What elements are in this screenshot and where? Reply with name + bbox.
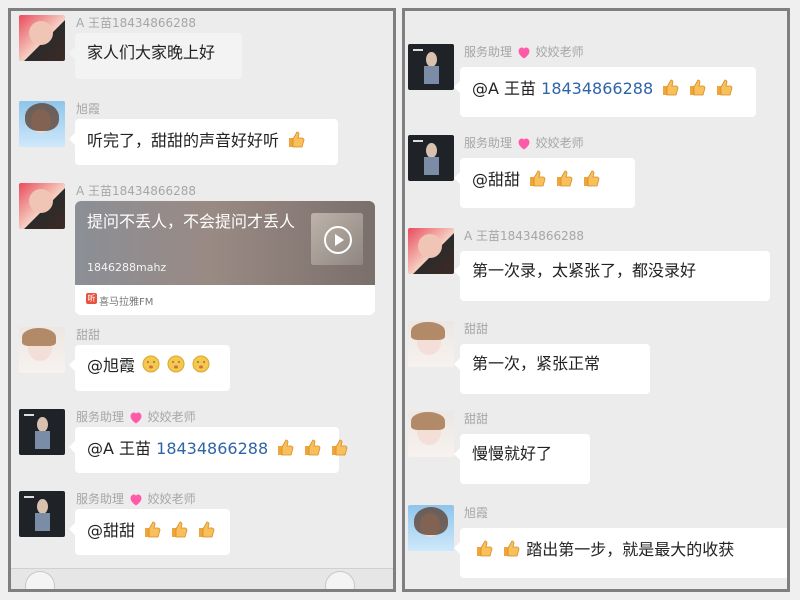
kiss-emoji-icon: [167, 355, 185, 378]
input-area-partial: [11, 568, 393, 589]
message-bubble[interactable]: @旭霞: [69, 345, 230, 391]
thumbs-up-icon: [286, 129, 306, 154]
thumbs-up-icon: [660, 77, 680, 102]
thumbs-up-icon: [275, 437, 295, 462]
message-text: 第一次录，太紧张了，都没录好: [472, 261, 697, 280]
thumbs-up-icon: [687, 77, 707, 102]
thumbs-up-icon: [302, 437, 322, 462]
mention-text: @A 王苗: [472, 79, 537, 98]
voice-button[interactable]: [25, 571, 55, 589]
kiss-emoji-icon: [142, 355, 160, 378]
message-text: @甜甜: [87, 521, 136, 540]
avatar[interactable]: [19, 183, 65, 229]
sender-name: 服务助理 姣姣老师: [76, 410, 196, 424]
avatar-face-icon: [418, 234, 442, 258]
thumbs-up-icon: [527, 168, 547, 193]
message-text: @旭霞: [87, 356, 136, 375]
thumbs-up-icon: [581, 168, 601, 193]
thumbs-up-icon: [142, 519, 162, 544]
sender-name: 甜甜: [76, 328, 101, 342]
avatar[interactable]: [408, 44, 454, 90]
message-bubble[interactable]: @甜甜: [454, 158, 635, 208]
sender-name: 服务助理 姣姣老师: [464, 136, 584, 150]
sender-name: 服务助理 姣姣老师: [76, 492, 196, 506]
play-icon[interactable]: [324, 226, 352, 254]
message-text: 第一次，紧张正常: [472, 354, 601, 373]
avatar[interactable]: [408, 411, 454, 457]
right-chat-panel: 服务助理 姣姣老师 @A 王苗 18434866288 服务助理 姣姣老师 @甜…: [402, 8, 790, 592]
message-bubble[interactable]: 听完了，甜甜的声音好好听: [69, 119, 338, 165]
phone-number[interactable]: 18434866288: [541, 79, 653, 98]
ximalaya-logo-icon: 听: [86, 293, 97, 304]
avatar-face-icon: [426, 52, 437, 67]
avatar[interactable]: [19, 101, 65, 147]
sender-name: 甜甜: [464, 412, 489, 426]
heart-icon: [518, 47, 530, 58]
heart-icon: [130, 412, 142, 423]
share-thumbnail[interactable]: [311, 213, 363, 265]
avatar[interactable]: [19, 409, 65, 455]
avatar-face-icon: [37, 417, 48, 432]
message-bubble[interactable]: 家人们大家晚上好: [69, 33, 242, 79]
thumbs-up-icon: [196, 519, 216, 544]
thumbs-up-icon: [554, 168, 574, 193]
share-subtitle: 1846288mahz: [87, 261, 167, 274]
thumbs-up-icon: [169, 519, 189, 544]
sender-name: 旭霞: [76, 102, 101, 116]
kiss-emoji-icon: [192, 355, 210, 378]
thumbs-up-icon: [714, 77, 734, 102]
message-bubble[interactable]: @A 王苗 18434866288: [454, 67, 756, 117]
sender-name: 甜甜: [464, 322, 489, 336]
avatar[interactable]: [408, 321, 454, 367]
shared-audio-card[interactable]: 提问不丢人，不会提问才丢人 1846288mahz 听 喜马拉雅FM: [75, 201, 375, 315]
message-bubble[interactable]: 第一次录，太紧张了，都没录好: [454, 251, 770, 301]
avatar-face-icon: [29, 189, 53, 213]
avatar[interactable]: [19, 491, 65, 537]
message-text: 家人们大家晚上好: [87, 43, 216, 62]
message-bubble[interactable]: @A 王苗 18434866288: [69, 427, 348, 473]
avatar[interactable]: [19, 15, 65, 61]
message-text: 踏出第一步，就是最大的收获: [526, 540, 735, 559]
emoji-button[interactable]: [325, 571, 355, 589]
thumbs-up-icon: [501, 538, 521, 563]
heart-icon: [518, 138, 530, 149]
thumbs-up-icon: [474, 538, 494, 563]
mention-text: @A 王苗: [87, 439, 152, 458]
message-text: @甜甜: [472, 170, 521, 189]
message-bubble[interactable]: 踏出第一步，就是最大的收获: [454, 528, 787, 578]
sender-name: A 王苗18434866288: [464, 229, 585, 243]
phone-number[interactable]: 18434866288: [156, 439, 268, 458]
left-chat-panel: A 王苗18434866288 家人们大家晚上好 旭霞 听完了，甜甜的声音好好听…: [8, 8, 396, 592]
message-bubble[interactable]: 第一次，紧张正常: [454, 344, 650, 394]
avatar-face-icon: [426, 143, 437, 158]
sender-name: 服务助理 姣姣老师: [464, 45, 584, 59]
message-text: 听完了，甜甜的声音好好听: [87, 131, 280, 150]
share-title: 提问不丢人，不会提问才丢人: [87, 212, 296, 231]
avatar[interactable]: [19, 327, 65, 373]
thumbs-up-icon: [329, 437, 349, 462]
share-source: 喜马拉雅FM: [99, 297, 154, 308]
avatar[interactable]: [408, 228, 454, 274]
avatar-face-icon: [37, 499, 48, 514]
message-bubble[interactable]: @甜甜: [69, 509, 230, 555]
avatar[interactable]: [408, 135, 454, 181]
message-bubble[interactable]: 慢慢就好了: [454, 434, 590, 484]
sender-name: A 王苗18434866288: [76, 184, 197, 198]
avatar[interactable]: [408, 505, 454, 551]
heart-icon: [130, 494, 142, 505]
avatar-face-icon: [29, 21, 53, 45]
message-text: 慢慢就好了: [472, 444, 553, 463]
sender-name: 旭霞: [464, 506, 489, 520]
sender-name: A 王苗18434866288: [76, 16, 197, 30]
